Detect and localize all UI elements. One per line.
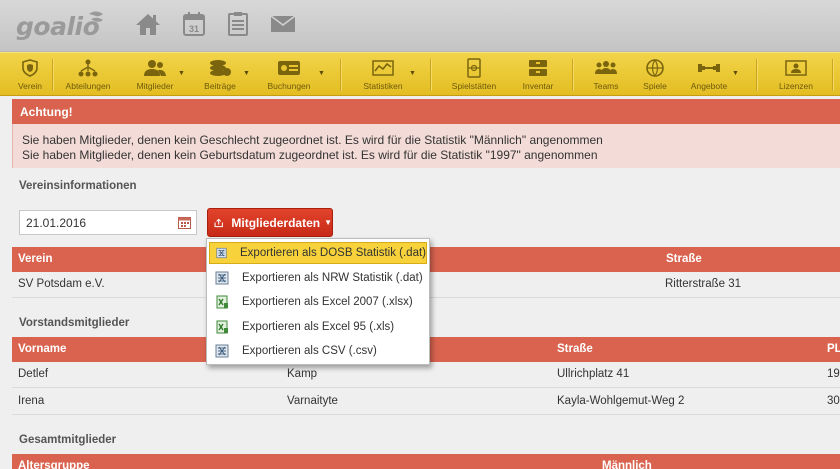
mitglieder-caret-icon[interactable]: ▼ — [178, 70, 185, 77]
coins-icon — [207, 58, 233, 78]
table-cell: Kamp — [287, 368, 318, 380]
main-toolbar: Verein Abteilungen Mitglieder ▼ Beiträge… — [0, 52, 840, 96]
alert-line-birthdate: Sie haben Mitglieder, denen kein Geburts… — [22, 148, 598, 162]
dumbbell-icon — [696, 58, 722, 78]
column-header: Vorname — [18, 343, 67, 355]
column-header: PL — [827, 343, 840, 355]
toolbar-divider — [756, 59, 757, 91]
column-header: Männlich — [602, 460, 652, 469]
angebote-caret-icon[interactable]: ▼ — [732, 70, 739, 77]
home-icon[interactable] — [134, 10, 162, 38]
toolbar-verein[interactable]: Verein — [15, 53, 45, 97]
bookings-icon — [276, 58, 302, 78]
table-row: Detlef Kamp Ullrichplatz 41 19 — [12, 362, 840, 388]
menu-item-export-xls[interactable]: Exportieren als Excel 95 (.xls) — [209, 316, 427, 338]
export-button-label: Mitgliederdaten — [231, 215, 321, 230]
toolbar-divider — [430, 59, 431, 91]
statistiken-caret-icon[interactable]: ▼ — [409, 70, 416, 77]
excel-file-icon — [216, 295, 228, 309]
alert-line-gender: Sie haben Mitglieder, denen kein Geschle… — [22, 133, 603, 147]
table-cell: Detlef — [18, 368, 49, 380]
gesamt-table-header: Altersgruppe Männlich — [12, 454, 840, 469]
dat-file-icon — [215, 271, 229, 285]
chart-icon — [370, 58, 396, 78]
toolbar-mitglieder[interactable]: Mitglieder — [132, 53, 178, 97]
toolbar-inventar[interactable]: Inventar — [518, 53, 558, 97]
tasks-icon[interactable] — [224, 10, 252, 38]
toolbar-divider — [52, 59, 53, 91]
menu-item-export-nrw[interactable]: Exportieren als NRW Statistik (.dat) — [209, 267, 427, 289]
mail-icon[interactable] — [269, 10, 297, 38]
toolbar-teams[interactable]: Teams — [590, 53, 622, 97]
date-value: 21.01.2016 — [26, 216, 87, 230]
license-icon — [783, 58, 809, 78]
excel-file-icon — [216, 320, 228, 334]
section-title-verein: Vereinsinformationen — [19, 180, 137, 192]
members-icon — [142, 58, 168, 78]
export-dropdown-menu: Exportieren als DOSB Statistik (.dat) Ex… — [206, 238, 430, 365]
calendar-icon[interactable]: 31 — [180, 10, 208, 38]
column-header: Straße — [666, 253, 702, 265]
table-cell: Irena — [18, 395, 45, 407]
section-title-vorstand: Vorstandsmitglieder — [19, 317, 130, 329]
table-cell: Ritterstraße 31 — [665, 278, 742, 290]
toolbar-divider — [340, 59, 341, 91]
table-cell: Ullrichplatz 41 — [557, 368, 630, 380]
menu-item-export-xlsx[interactable]: Exportieren als Excel 2007 (.xlsx) — [209, 291, 427, 313]
toolbar-divider — [832, 59, 833, 91]
menu-item-export-csv[interactable]: Exportieren als CSV (.csv) — [209, 340, 427, 362]
alert-title: Achtung! — [12, 99, 840, 124]
table-cell: 19 — [827, 368, 840, 380]
toolbar-beitraege[interactable]: Beiträge — [200, 53, 240, 97]
csv-file-icon — [215, 344, 229, 358]
toolbar-spielstaetten[interactable]: Spielstätten — [448, 53, 500, 97]
table-cell: Varnaityte — [287, 395, 338, 407]
dat-file-icon — [216, 247, 227, 259]
column-header: Verein — [18, 253, 53, 265]
logo-mark-icon — [89, 11, 103, 22]
toolbar-spiele[interactable]: Spiele — [640, 53, 670, 97]
alert-message: Sie haben Mitglieder, denen kein Geschle… — [12, 124, 840, 168]
toolbar-lizenzen[interactable]: Lizenzen — [776, 53, 816, 97]
inventory-icon — [525, 58, 551, 78]
table-cell: Kayla-Wohlgemut-Weg 2 — [557, 395, 685, 407]
chevron-down-icon: ▼ — [324, 218, 332, 227]
export-icon — [214, 218, 223, 227]
field-icon — [461, 58, 487, 78]
column-header: Straße — [557, 343, 593, 355]
svg-text:31: 31 — [189, 24, 199, 34]
table-row: Irena Varnaityte Kayla-Wohlgemut-Weg 2 3… — [12, 389, 840, 415]
beitraege-caret-icon[interactable]: ▼ — [243, 70, 250, 77]
toolbar-statistiken[interactable]: Statistiken — [360, 53, 406, 97]
table-cell: SV Potsdam e.V. — [18, 278, 105, 290]
toolbar-divider — [572, 59, 573, 91]
ball-icon — [642, 58, 668, 78]
team-icon — [593, 58, 619, 78]
top-bar: goalio 31 — [0, 0, 840, 52]
toolbar-angebote[interactable]: Angebote — [688, 53, 730, 97]
shield-icon — [17, 58, 43, 78]
hierarchy-icon — [75, 58, 101, 78]
column-header: Altersgruppe — [18, 460, 90, 469]
menu-item-export-dosb[interactable]: Exportieren als DOSB Statistik (.dat) — [209, 242, 427, 264]
toolbar-abteilungen[interactable]: Abteilungen — [62, 53, 114, 97]
date-field[interactable]: 21.01.2016 — [19, 210, 197, 235]
section-title-gesamt: Gesamtmitglieder — [19, 434, 117, 446]
calendar-picker-icon[interactable] — [178, 216, 191, 229]
export-members-button[interactable]: Mitgliederdaten ▼ — [207, 208, 333, 237]
table-cell: 30 — [827, 395, 840, 407]
toolbar-buchungen[interactable]: Buchungen — [264, 53, 314, 97]
buchungen-caret-icon[interactable]: ▼ — [318, 70, 325, 77]
